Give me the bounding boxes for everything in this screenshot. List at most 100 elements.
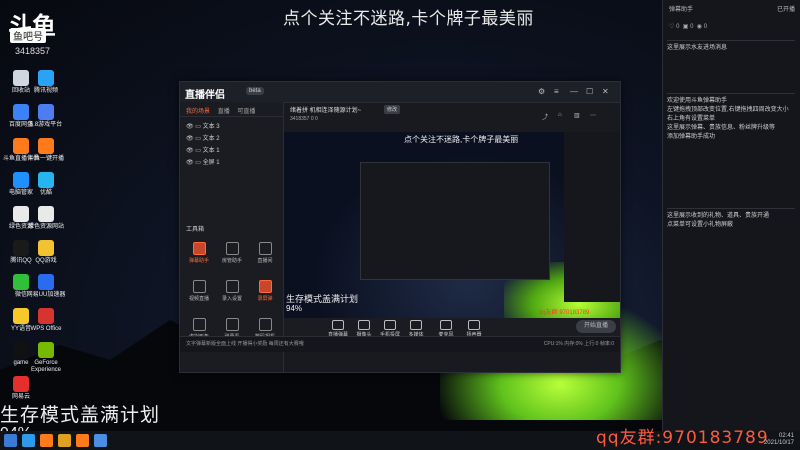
menu-icon[interactable]: ≡ <box>554 87 559 96</box>
app-icon <box>38 308 54 324</box>
panel-header: 弹幕助手 已开播 <box>663 0 800 23</box>
tool-button[interactable]: 弹幕助手 <box>184 242 214 264</box>
tool-button[interactable]: 视频直播 <box>184 280 214 302</box>
scene-item[interactable]: 👁 ▭ 文本 3 <box>180 121 283 133</box>
share-icon[interactable]: ⤴ <box>542 112 548 121</box>
douyu-taskbar-icon[interactable] <box>40 434 53 447</box>
companion-taskbar-icon[interactable] <box>76 434 89 447</box>
heart-icon: ♡ <box>669 24 675 30</box>
gift-icon[interactable]: ⌂ <box>558 112 562 118</box>
tool-icon <box>225 318 239 331</box>
counter-1: 0 <box>676 24 680 30</box>
danmu-line: 添加弹幕助手成功 <box>667 134 716 140</box>
folder-icon[interactable] <box>58 434 71 447</box>
tool-icon <box>225 280 239 293</box>
tool-label: 录屏弹 <box>257 296 273 302</box>
scene-item[interactable]: 👁 ▭ 全屏 1 <box>180 157 283 169</box>
tool-label: 房管助手 <box>221 258 242 264</box>
desktop-icon[interactable]: 斗鱼一键开播 <box>25 138 67 163</box>
desktop-icon[interactable]: 5.8游戏平台 <box>25 104 67 129</box>
source-toolbar: 直播弹幕 摄像头 手机投屏 多媒体 麦克风 扬声器 开始直播 <box>284 318 620 338</box>
desktop-icon-label: QQ游戏 <box>35 258 57 264</box>
tool-icon <box>258 280 272 293</box>
desktop-icon[interactable]: QQ游戏 <box>25 240 67 265</box>
preview-nested-window <box>360 162 550 280</box>
phone-icon <box>384 320 396 330</box>
desktop-icon-label: 斗鱼一键开播 <box>27 156 64 162</box>
tool-button[interactable]: 录入设置 <box>217 280 247 302</box>
live-companion-window[interactable]: 直播伴侣 beta ⚙ ≡ — ☐ ✕ 我的场景 直播 可直播 👁 ▭ 文本 3… <box>179 81 621 373</box>
tool-label: 录入设置 <box>221 296 242 302</box>
scene-item[interactable]: 👁 ▭ 文本 2 <box>180 133 283 145</box>
user-icon: ◉ <box>696 24 703 30</box>
app-taskbar-icon[interactable] <box>94 434 107 447</box>
app-icon <box>38 172 54 188</box>
danmu-assistant-panel[interactable]: 弹幕助手 已开播 ♡ 0 ▣ 0 ◉ 0 这里展示水友进场消息 欢迎使用斗鱼弹幕… <box>662 0 800 431</box>
desktop-icon[interactable]: 腾讯视频 <box>25 70 67 95</box>
close-icon[interactable]: ✕ <box>602 87 609 96</box>
more-icon[interactable]: ⋯ <box>590 112 596 119</box>
desktop-icon-label: GeForce Experience <box>30 360 62 373</box>
settings-icon[interactable]: ⚙ <box>538 87 545 96</box>
entrance-box: 这里展示水友进场消息 <box>667 40 795 89</box>
tool-button[interactable]: 房管助手 <box>217 242 247 264</box>
microphone-icon <box>440 320 452 330</box>
scene-tabs: 我的场景 直播 可直播 <box>180 102 283 117</box>
gift-icon: ▣ <box>682 24 689 30</box>
scene-item[interactable]: 👁 ▭ 文本 1 <box>180 145 283 157</box>
tool-icon <box>258 242 272 255</box>
app-name: 直播伴侣 <box>185 90 225 101</box>
preview-banner: 点个关注不迷路,卡个牌子最美丽 <box>404 135 519 144</box>
window-titlebar[interactable]: 直播伴侣 beta ⚙ ≡ — ☐ ✕ <box>180 82 620 103</box>
desktop-icon[interactable]: 绿色资源网站 <box>25 206 67 231</box>
desktop-icon[interactable]: 优酷 <box>25 172 67 197</box>
toolbox-title: 工具箱 <box>186 227 205 233</box>
desktop-icon[interactable]: GeForce Experience <box>25 342 67 374</box>
app-icon <box>13 376 29 392</box>
panel-status: 已开播 <box>776 7 795 13</box>
room-title[interactable]: 绪着拼 机相连泽随源计划~ <box>290 105 361 114</box>
tab-available[interactable]: 可直播 <box>237 106 255 115</box>
minimize-icon[interactable]: — <box>570 87 578 96</box>
desktop-icon[interactable]: WPS Office <box>25 308 67 333</box>
tool-icon <box>192 318 206 331</box>
screen-icon <box>332 320 344 330</box>
overlay-title: 生存模式盖满计划 <box>0 404 161 426</box>
tool-icon <box>192 242 206 255</box>
start-icon[interactable] <box>4 434 17 447</box>
danmu-line: 左键拖拽顶部改变位置,右键拖拽四周改变大小 <box>667 107 789 113</box>
danmu-line: 右上角有设置菜单 <box>667 116 716 122</box>
qq-group-text: qq友群:970183789 <box>596 428 769 448</box>
tool-icon <box>258 318 272 331</box>
clock-date: 2021/10/17 <box>763 440 794 446</box>
tab-my-scene[interactable]: 我的场景 <box>186 106 210 115</box>
tool-icon <box>192 280 206 293</box>
desktop-icon[interactable]: 网易UU加速器 <box>25 274 67 299</box>
app-icon <box>38 206 54 222</box>
danmu-line: 这里展示弹幕、贵族信息、粉丝牌升级等 <box>667 125 776 131</box>
tool-button[interactable]: 录屏弹 <box>250 280 280 302</box>
desktop-icon[interactable]: 网易云 <box>0 376 42 401</box>
tool-label: 直播间 <box>257 258 273 264</box>
tool-button[interactable]: 直播间 <box>250 242 280 264</box>
desktop-icon-label: WPS Office <box>30 326 62 332</box>
app-icon <box>38 240 54 256</box>
live-preview[interactable]: 点个关注不迷路,卡个牌子最美丽 生存模式盖满计划 94% qq友群:970183… <box>284 132 620 318</box>
app-icon <box>38 274 54 290</box>
scene-label: 文本 3 <box>202 124 220 130</box>
danmu-box: 欢迎使用斗鱼弹幕助手 左键拖拽顶部改变位置,右键拖拽四周改变大小 右上角有设置菜… <box>667 93 795 207</box>
logo-sub: 鱼吧号 <box>10 28 46 43</box>
browser-icon[interactable] <box>22 434 35 447</box>
tab-live[interactable]: 直播 <box>218 106 230 115</box>
status-bar: 文字弹幕新版全面上线 开播得小奖励 每周还有大赛哦 CPU:1% 内存:0% 上… <box>180 336 620 352</box>
gift-line: 这里展示收到的礼物、道具、贵族开通 <box>667 213 770 219</box>
edit-badge[interactable]: 修改 <box>384 105 401 114</box>
tool-icon <box>225 242 239 255</box>
maximize-icon[interactable]: ☐ <box>586 87 593 96</box>
chart-icon[interactable]: ▥ <box>574 112 580 119</box>
media-icon <box>410 320 422 330</box>
system-clock[interactable]: 02:41 2021/10/17 <box>764 433 794 447</box>
tool-label: 弹幕助手 <box>188 258 209 264</box>
app-icon <box>38 138 54 154</box>
start-live-button[interactable]: 开始直播 <box>576 320 616 333</box>
